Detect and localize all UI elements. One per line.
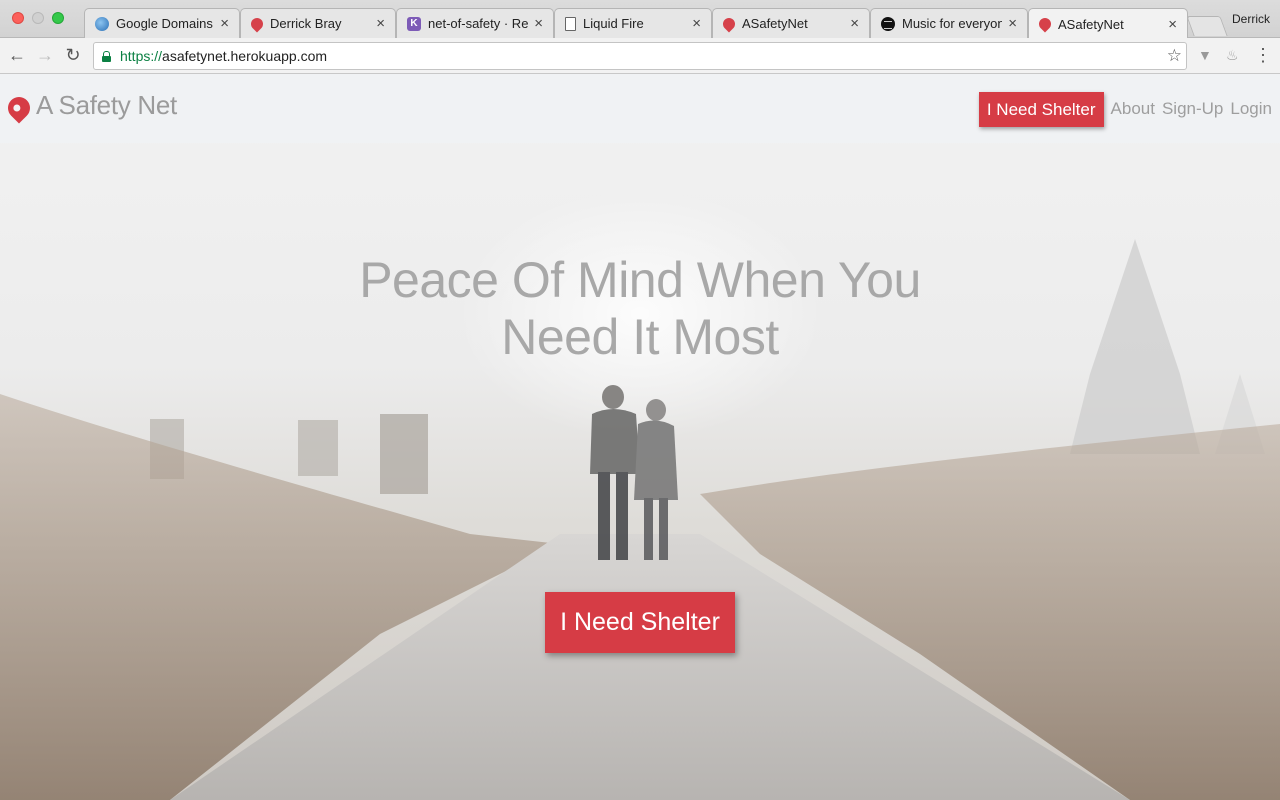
- map-pin-logo-icon: [3, 91, 35, 124]
- pin-icon: [248, 15, 266, 32]
- nav-login-link[interactable]: Login: [1230, 99, 1272, 119]
- url-host: asafetynet.herokuapp.com: [162, 48, 328, 64]
- tab-title: Google Domains: [116, 16, 213, 31]
- tab-title: net-of-safety · Re:: [428, 16, 529, 31]
- browser-toolbar: ← → ↻ https:// asafetynet.herokuapp.com …: [0, 38, 1280, 74]
- browser-tab-strip: Google Domains × Derrick Bray × K net-of…: [0, 0, 1280, 39]
- close-tab-icon[interactable]: ×: [220, 15, 229, 32]
- tab-title: Liquid Fire: [583, 16, 644, 31]
- globe-icon: [95, 16, 109, 31]
- secure-lock-icon: [102, 50, 111, 62]
- browser-tab[interactable]: Derrick Bray ×: [240, 8, 396, 38]
- web-page: A Safety Net I Need Shelter About Sign-U…: [0, 74, 1280, 800]
- browser-tab[interactable]: ASafetyNet ×: [712, 8, 870, 38]
- forward-arrow-icon[interactable]: →: [34, 44, 56, 66]
- back-arrow-icon[interactable]: ←: [6, 44, 28, 66]
- tab-title: Music for everyone: [902, 16, 1003, 31]
- browser-tab-active[interactable]: ASafetyNet ×: [1028, 8, 1188, 39]
- document-icon: [565, 16, 576, 31]
- k-icon: K: [407, 16, 421, 31]
- tab-title: Derrick Bray: [270, 16, 342, 31]
- minimize-window-icon[interactable]: [32, 12, 44, 24]
- url-scheme: https://: [120, 48, 163, 64]
- close-tab-icon[interactable]: ×: [692, 15, 701, 32]
- tab-title: ASafetyNet: [1058, 16, 1124, 32]
- close-tab-icon[interactable]: ×: [1008, 15, 1017, 32]
- pin-icon: [1036, 15, 1054, 33]
- hero-heading: Peace Of Mind When You Need It Most: [0, 252, 1280, 366]
- site-logo[interactable]: A Safety Net: [3, 90, 177, 124]
- bookmark-star-icon[interactable]: ☆: [1167, 46, 1182, 66]
- new-tab-button[interactable]: [1186, 16, 1228, 36]
- close-tab-icon[interactable]: ×: [1168, 16, 1177, 33]
- address-bar[interactable]: https:// asafetynet.herokuapp.com ☆: [93, 42, 1187, 70]
- nav-signup-link[interactable]: Sign-Up: [1162, 99, 1223, 119]
- site-name: A Safety Net: [36, 90, 177, 120]
- browser-tab[interactable]: Liquid Fire ×: [554, 8, 712, 38]
- hero-heading-line: Need It Most: [501, 309, 779, 365]
- hero-need-shelter-button[interactable]: I Need Shelter: [545, 592, 735, 653]
- tab-title: ASafetyNet: [742, 16, 808, 31]
- reload-icon[interactable]: ↻: [62, 44, 84, 66]
- nav-about-link[interactable]: About: [1111, 99, 1155, 119]
- close-tab-icon[interactable]: ×: [850, 15, 859, 32]
- profile-name[interactable]: Derrick: [1232, 12, 1270, 26]
- browser-menu-icon[interactable]: ⋮: [1252, 44, 1274, 66]
- browser-tab[interactable]: Google Domains ×: [84, 8, 240, 38]
- extension-icon[interactable]: ♨: [1226, 47, 1239, 64]
- browser-tab[interactable]: Music for everyone ×: [870, 8, 1028, 38]
- hero-heading-line: Peace Of Mind When You: [359, 252, 921, 308]
- extension-v-icon[interactable]: ▼: [1198, 47, 1212, 63]
- close-tab-icon[interactable]: ×: [534, 15, 543, 32]
- close-tab-icon[interactable]: ×: [376, 15, 385, 32]
- site-header: A Safety Net I Need Shelter About Sign-U…: [0, 74, 1280, 143]
- maximize-window-icon[interactable]: [52, 12, 64, 24]
- spotify-icon: [881, 16, 895, 31]
- nav-need-shelter-button[interactable]: I Need Shelter: [978, 91, 1104, 127]
- site-nav: I Need Shelter About Sign-Up Login: [978, 91, 1280, 127]
- browser-tab[interactable]: K net-of-safety · Re: ×: [396, 8, 554, 38]
- pin-icon: [720, 15, 738, 32]
- foggy-path-background: [0, 239, 1280, 800]
- close-window-icon[interactable]: [12, 12, 24, 24]
